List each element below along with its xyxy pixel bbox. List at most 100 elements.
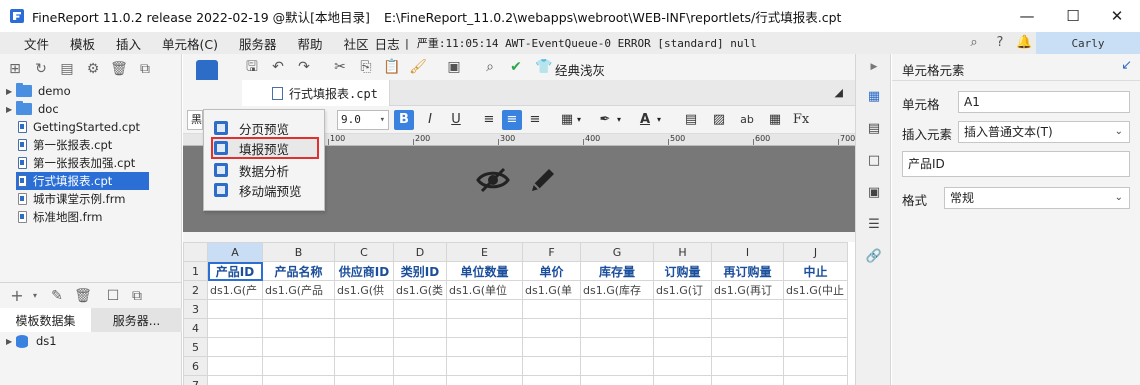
cell-grid[interactable]: A B C D E F G H I J 1 产品ID 产品名称 供应商ID 类别… <box>183 242 848 385</box>
format-select[interactable]: 常规 ⌄ <box>944 187 1130 209</box>
empty-cell[interactable] <box>334 337 394 357</box>
template-params-icon[interactable]: ▣ <box>445 58 463 76</box>
search-icon[interactable]: ⌕ <box>966 35 982 51</box>
empty-cell[interactable] <box>711 299 784 319</box>
cell-name-input[interactable]: A1 <box>958 91 1130 113</box>
cell-f2[interactable]: ds1.G(单 <box>522 280 581 300</box>
empty-cell[interactable] <box>653 299 712 319</box>
cell-g1[interactable]: 库存量 <box>580 261 654 281</box>
empty-cell[interactable] <box>783 299 848 319</box>
add-dataset-icon[interactable]: + <box>8 287 26 305</box>
empty-cell[interactable] <box>262 375 335 385</box>
cell-element-icon[interactable]: ▦ <box>865 88 883 106</box>
tree-item-fill-report[interactable]: 行式填报表.cpt <box>16 172 149 190</box>
pin-arrow-icon[interactable]: ↙ <box>1121 58 1132 73</box>
cell-a1[interactable]: 产品ID <box>207 261 263 281</box>
border-icon[interactable]: ▦ <box>557 110 577 130</box>
column-header-j[interactable]: J <box>783 242 848 262</box>
row-header[interactable]: 5 <box>183 337 208 357</box>
empty-cell[interactable] <box>522 337 581 357</box>
format-painter-icon[interactable]: 🖌 <box>409 58 427 76</box>
empty-cell[interactable] <box>711 318 784 338</box>
empty-cell[interactable] <box>393 337 447 357</box>
cell-h1[interactable]: 订购量 <box>653 261 712 281</box>
empty-cell[interactable] <box>334 356 394 376</box>
align-center-icon[interactable]: ≡ <box>502 110 522 130</box>
empty-cell[interactable] <box>446 375 523 385</box>
empty-cell[interactable] <box>711 356 784 376</box>
menu-file[interactable]: 文件 <box>0 34 58 53</box>
formula-button[interactable]: Fx <box>791 110 811 130</box>
border-frame-icon[interactable]: □ <box>865 152 883 170</box>
row-header[interactable]: 2 <box>183 280 208 300</box>
row-header[interactable]: 4 <box>183 318 208 338</box>
chevron-down-icon[interactable]: ▾ <box>657 115 661 124</box>
cell-h2[interactable]: ds1.G(订 <box>653 280 712 300</box>
underline-button[interactable]: U <box>446 110 466 130</box>
hidden-eye-icon[interactable] <box>473 160 513 200</box>
menu-item-fill-preview[interactable]: 填报预览 <box>211 137 319 159</box>
empty-cell[interactable] <box>522 356 581 376</box>
row-header[interactable]: 1 <box>183 261 208 281</box>
empty-cell[interactable] <box>783 356 848 376</box>
row-header[interactable]: 3 <box>183 299 208 319</box>
column-header-e[interactable]: E <box>446 242 523 262</box>
empty-cell[interactable] <box>653 375 712 385</box>
cell-e2[interactable]: ds1.G(单位 <box>446 280 523 300</box>
corner-cell[interactable] <box>183 242 208 262</box>
empty-cell[interactable] <box>207 356 263 376</box>
empty-cell[interactable] <box>653 356 712 376</box>
chevron-down-icon[interactable]: ▾ <box>577 115 581 124</box>
menu-server[interactable]: 服务器 <box>227 34 286 53</box>
empty-cell[interactable] <box>393 375 447 385</box>
edit-icon[interactable]: ✎ <box>48 287 66 305</box>
edit-pencil-icon[interactable] <box>523 160 563 200</box>
theme-label[interactable]: 经典浅灰 <box>555 60 605 79</box>
menu-item-data-analysis[interactable]: 数据分析 <box>212 160 318 180</box>
maximize-button[interactable]: ☐ <box>1050 0 1096 32</box>
cell-b1[interactable]: 产品名称 <box>262 261 335 281</box>
doc-tab-fill-report[interactable]: 行式填报表.cpt <box>242 80 390 106</box>
empty-cell[interactable] <box>207 318 263 338</box>
menu-insert[interactable]: 插入 <box>104 34 150 53</box>
column-header-h[interactable]: H <box>653 242 712 262</box>
cell-b2[interactable]: ds1.G(产品 <box>262 280 335 300</box>
empty-cell[interactable] <box>580 375 654 385</box>
empty-cell[interactable] <box>262 318 335 338</box>
menu-help[interactable]: 帮助 <box>286 34 332 53</box>
chevron-down-icon[interactable]: ▾ <box>26 287 44 305</box>
paste-icon[interactable]: 📋 <box>383 58 401 76</box>
empty-cell[interactable] <box>334 299 394 319</box>
theme-shirt-icon[interactable]: 👕 <box>535 58 553 76</box>
notification-bell-icon[interactable]: 🔔 <box>1016 35 1032 51</box>
menu-log[interactable]: 日志 <box>371 34 402 53</box>
tree-item-first-report-plus[interactable]: 第一张报表加强.cpt <box>16 154 135 172</box>
tab-menu-icon[interactable]: ◢ <box>835 86 843 99</box>
empty-cell[interactable] <box>580 356 654 376</box>
expand-arrow-icon[interactable]: ▶ <box>6 337 16 346</box>
undo-icon[interactable]: ↶ <box>269 58 287 76</box>
cell-d2[interactable]: ds1.G(类 <box>393 280 447 300</box>
empty-cell[interactable] <box>393 356 447 376</box>
expand-arrow-icon[interactable]: ▶ <box>6 105 16 114</box>
empty-cell[interactable] <box>653 318 712 338</box>
tree-item-gettingstarted[interactable]: GettingStarted.cpt <box>16 118 140 136</box>
delete-icon[interactable]: 🗑 <box>110 60 128 78</box>
cell-f1[interactable]: 单价 <box>522 261 581 281</box>
minimize-button[interactable]: — <box>1004 0 1050 32</box>
cell-content-input[interactable]: 产品ID <box>902 151 1130 177</box>
empty-cell[interactable] <box>262 356 335 376</box>
cell-i1[interactable]: 再订购量 <box>711 261 784 281</box>
tab-template-dataset[interactable]: 模板数据集 <box>0 308 91 332</box>
merge-cell-icon[interactable]: ▤ <box>681 110 701 130</box>
hyperlink-icon[interactable]: 🔗 <box>865 248 883 266</box>
copy-icon[interactable]: ⎘ <box>357 58 375 76</box>
chevron-down-icon[interactable]: ▾ <box>617 115 621 124</box>
empty-cell[interactable] <box>207 299 263 319</box>
align-right-icon[interactable]: ≡ <box>525 110 545 130</box>
empty-cell[interactable] <box>580 299 654 319</box>
empty-cell[interactable] <box>522 318 581 338</box>
font-color-icon[interactable]: A <box>635 110 655 130</box>
cell-c2[interactable]: ds1.G(供 <box>334 280 394 300</box>
expand-arrow-icon[interactable]: ▶ <box>6 87 16 96</box>
